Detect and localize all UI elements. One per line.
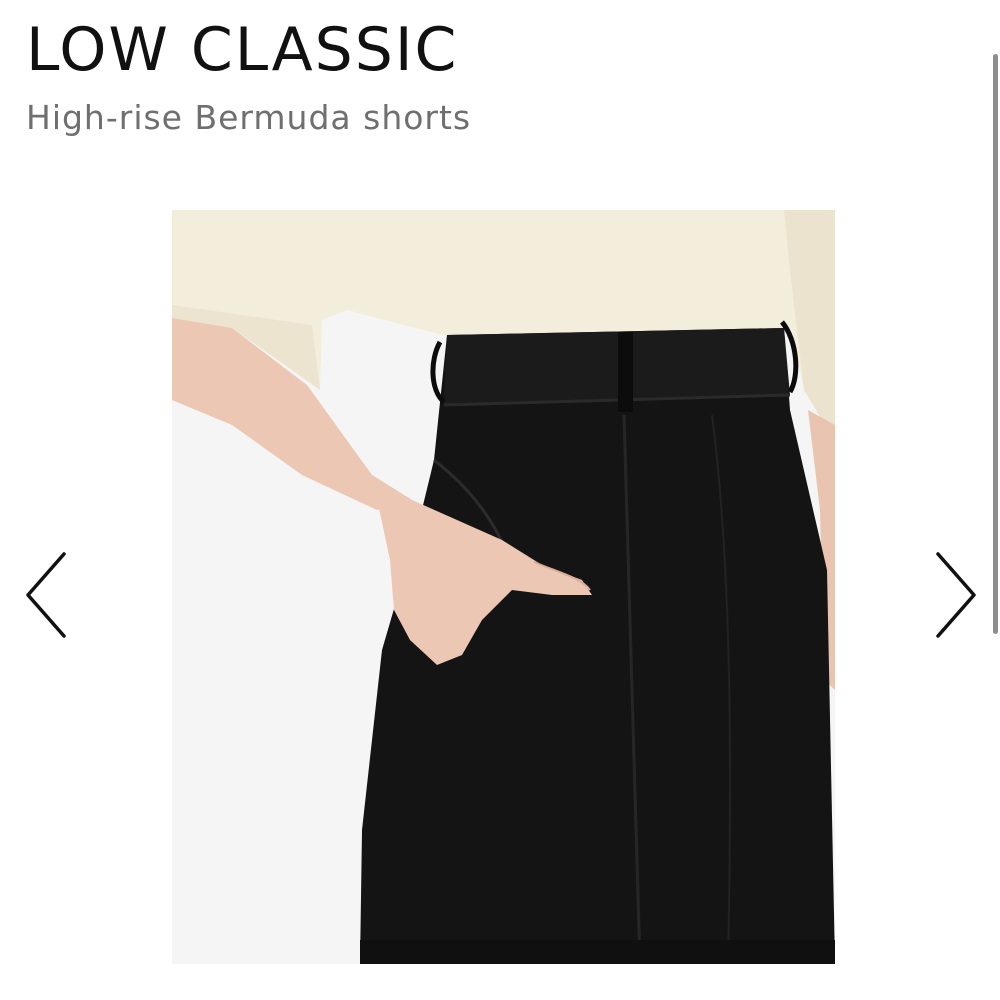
product-page: LOW CLASSIC High-rise Bermuda shorts [0,0,1000,1000]
chevron-right-icon [936,552,976,638]
product-title: High-rise Bermuda shorts [26,98,472,137]
page-scrollbar[interactable] [993,54,998,634]
brand-name[interactable]: LOW CLASSIC [26,14,458,86]
product-photo-illustration [172,210,835,964]
chevron-left-icon [26,552,66,638]
product-image-gallery [0,210,1000,964]
product-image[interactable] [172,210,835,964]
previous-image-button[interactable] [20,550,70,640]
next-image-button[interactable] [932,550,982,640]
